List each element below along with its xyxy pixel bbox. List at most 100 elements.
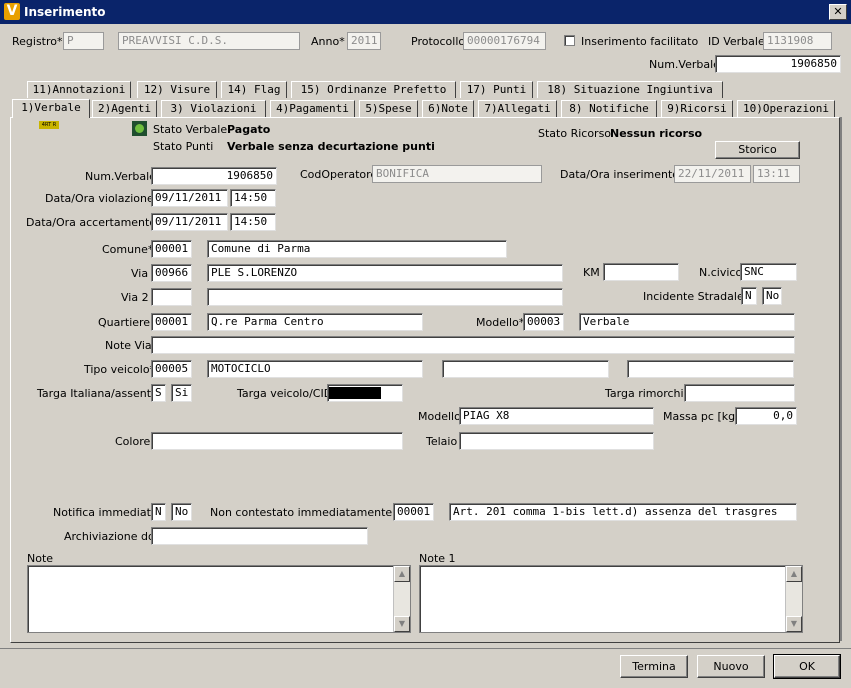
notifica-immediata-label: Notifica immediata* (53, 506, 164, 519)
tab-ricorsi[interactable]: 9)Ricorsi (661, 100, 733, 117)
comune-code-field[interactable]: 00001 (151, 240, 192, 258)
data-accertamento-time[interactable]: 14:50 (230, 213, 276, 231)
via2-code-field[interactable] (151, 288, 192, 306)
telaio-label: Telaio (426, 435, 458, 448)
massa-field[interactable]: 0,0 (735, 407, 797, 425)
modello-verbale-label: Modello* (476, 316, 525, 329)
targa-veicolo-field[interactable] (327, 384, 403, 402)
tab-flag[interactable]: 14) Flag (221, 81, 287, 98)
registro-desc-field[interactable]: PREAVVISI C.D.S. (118, 32, 300, 50)
tab-notifiche[interactable]: 8) Notifiche (561, 100, 657, 117)
inserimento-facilitato-label: Inserimento facilitato (581, 35, 699, 48)
note1-scroll-up-icon[interactable]: ▲ (786, 566, 802, 582)
tab-visure[interactable]: 12) Visure (137, 81, 217, 98)
idverbale-field[interactable]: 1131908 (763, 32, 832, 50)
data-violazione-time[interactable]: 14:50 (230, 189, 276, 207)
ok-button[interactable]: OK (773, 654, 841, 679)
close-button[interactable]: ✕ (829, 4, 847, 20)
registro-field[interactable]: P (63, 32, 104, 50)
app-logo-icon: V (4, 3, 20, 20)
note-label: Note (27, 552, 54, 565)
via-code-field[interactable]: 00966 (151, 264, 192, 282)
tab-verbale[interactable]: 1)Verbale (12, 99, 90, 118)
tab-agenti[interactable]: 2)Agenti (92, 100, 157, 117)
numverbale-field[interactable]: 1906850 (151, 167, 277, 185)
incidente-value-field[interactable]: No (762, 287, 782, 305)
data-inserimento-label: Data/Ora inserimento* (560, 168, 685, 181)
tab-ordinanze-prefetto[interactable]: 15) Ordinanze Prefetto (291, 81, 456, 98)
targa-italiana-value-field[interactable]: Si (171, 384, 192, 402)
termina-button[interactable]: Termina (620, 655, 688, 678)
tipo-veicolo-code-field[interactable]: 00005 (151, 360, 192, 378)
km-field[interactable] (603, 263, 679, 281)
tipo-veicolo-extra2-field[interactable] (627, 360, 794, 378)
data-accertamento-date[interactable]: 09/11/2011 (151, 213, 228, 231)
panel-scroll-edge (840, 117, 842, 641)
data-violazione-date[interactable]: 09/11/2011 (151, 189, 228, 207)
quartiere-name-field[interactable]: Q.re Parma Centro (207, 313, 423, 331)
targa-italiana-label: Targa Italiana/assente (37, 387, 158, 400)
tab-allegati[interactable]: 7)Allegati (478, 100, 557, 117)
protocollo-field[interactable]: 00000176794 (463, 32, 546, 50)
quartiere-code-field[interactable]: 00001 (151, 313, 192, 331)
notifica-value-field[interactable]: No (171, 503, 192, 521)
incidente-code-field[interactable]: N (741, 287, 757, 305)
targa-rimorchio-field[interactable] (684, 384, 795, 402)
tab-pagamenti[interactable]: 4)Pagamenti (270, 100, 355, 117)
note-via-label: Note Via (105, 339, 152, 352)
incidente-label: Incidente Stradale* (643, 290, 750, 303)
targa-veicolo-label: Targa veicolo/CID (237, 387, 333, 400)
tab-punti[interactable]: 17) Punti (460, 81, 533, 98)
anno-field[interactable]: 2011 (347, 32, 381, 50)
targa-redacted-block (329, 387, 381, 399)
tab-operazioni[interactable]: 10)Operazioni (737, 100, 835, 117)
non-contestato-label: Non contestato immediatamente per: (210, 506, 418, 519)
footer-separator (0, 648, 851, 649)
via-name-field[interactable]: PLE S.LORENZO (207, 264, 563, 282)
modello-veicolo-field[interactable]: PIAG X8 (459, 407, 654, 425)
note-scroll-down-icon[interactable]: ▼ (394, 616, 410, 632)
colore-field[interactable] (151, 432, 403, 450)
inserimento-facilitato-checkbox[interactable] (564, 35, 575, 46)
note1-memo[interactable]: ▲ ▼ (419, 565, 803, 633)
data-accertamento-label: Data/Ora accertamento* (26, 216, 162, 229)
nuovo-button[interactable]: Nuovo (697, 655, 765, 678)
note1-scrollbar[interactable]: ▲ ▼ (785, 566, 802, 632)
modello-verbale-name-field[interactable]: Verbale (579, 313, 795, 331)
idverbale-label: ID Verbale (708, 35, 765, 48)
tipo-veicolo-name-field[interactable]: MOTOCICLO (207, 360, 423, 378)
data-inserimento-time[interactable]: 13:11 (753, 165, 800, 183)
non-contestato-desc-field[interactable]: Art. 201 comma 1-bis lett.d) assenza del… (449, 503, 797, 521)
protocollo-label: Protocollo (411, 35, 466, 48)
header-numverbale-field[interactable]: 1906850 (715, 55, 841, 73)
data-inserimento-date[interactable]: 22/11/2011 (674, 165, 751, 183)
tipo-veicolo-extra1-field[interactable] (442, 360, 609, 378)
note-via-field[interactable] (151, 336, 795, 354)
note1-scroll-down-icon[interactable]: ▼ (786, 616, 802, 632)
notifica-code-field[interactable]: N (151, 503, 166, 521)
non-contestato-code-field[interactable]: 00001 (393, 503, 434, 521)
comune-name-field[interactable]: Comune di Parma (207, 240, 507, 258)
tab-situazione-ingiuntiva[interactable]: 18) Situazione Ingiuntiva (537, 81, 723, 98)
note-scrollbar[interactable]: ▲ ▼ (393, 566, 410, 632)
via2-label: Via 2 (121, 291, 149, 304)
modello-verbale-code-field[interactable]: 00003 (523, 313, 564, 331)
note-scroll-up-icon[interactable]: ▲ (394, 566, 410, 582)
tab-spese[interactable]: 5)Spese (359, 100, 418, 117)
tab-violazioni[interactable]: 3) Violazioni (161, 100, 266, 117)
targa-italiana-code-field[interactable]: S (151, 384, 166, 402)
storico-button[interactable]: Storico (715, 141, 800, 159)
via-label: Via (131, 267, 149, 280)
stato-ricorso-value: Nessun ricorso (610, 127, 703, 140)
via2-name-field[interactable] (207, 288, 563, 306)
note-memo[interactable]: ▲ ▼ (27, 565, 411, 633)
tab-annotazioni[interactable]: 11)Annotazioni (27, 81, 131, 98)
colore-label: Colore (115, 435, 151, 448)
telaio-field[interactable] (459, 432, 654, 450)
codoperatore-field[interactable]: BONIFICA (372, 165, 542, 183)
archiviazione-field[interactable] (151, 527, 368, 545)
tab-note[interactable]: 6)Note (422, 100, 474, 117)
ncivico-field[interactable]: SNC (740, 263, 797, 281)
stato-punti-label: Stato Punti (153, 140, 214, 153)
comune-label: Comune* (102, 243, 154, 256)
